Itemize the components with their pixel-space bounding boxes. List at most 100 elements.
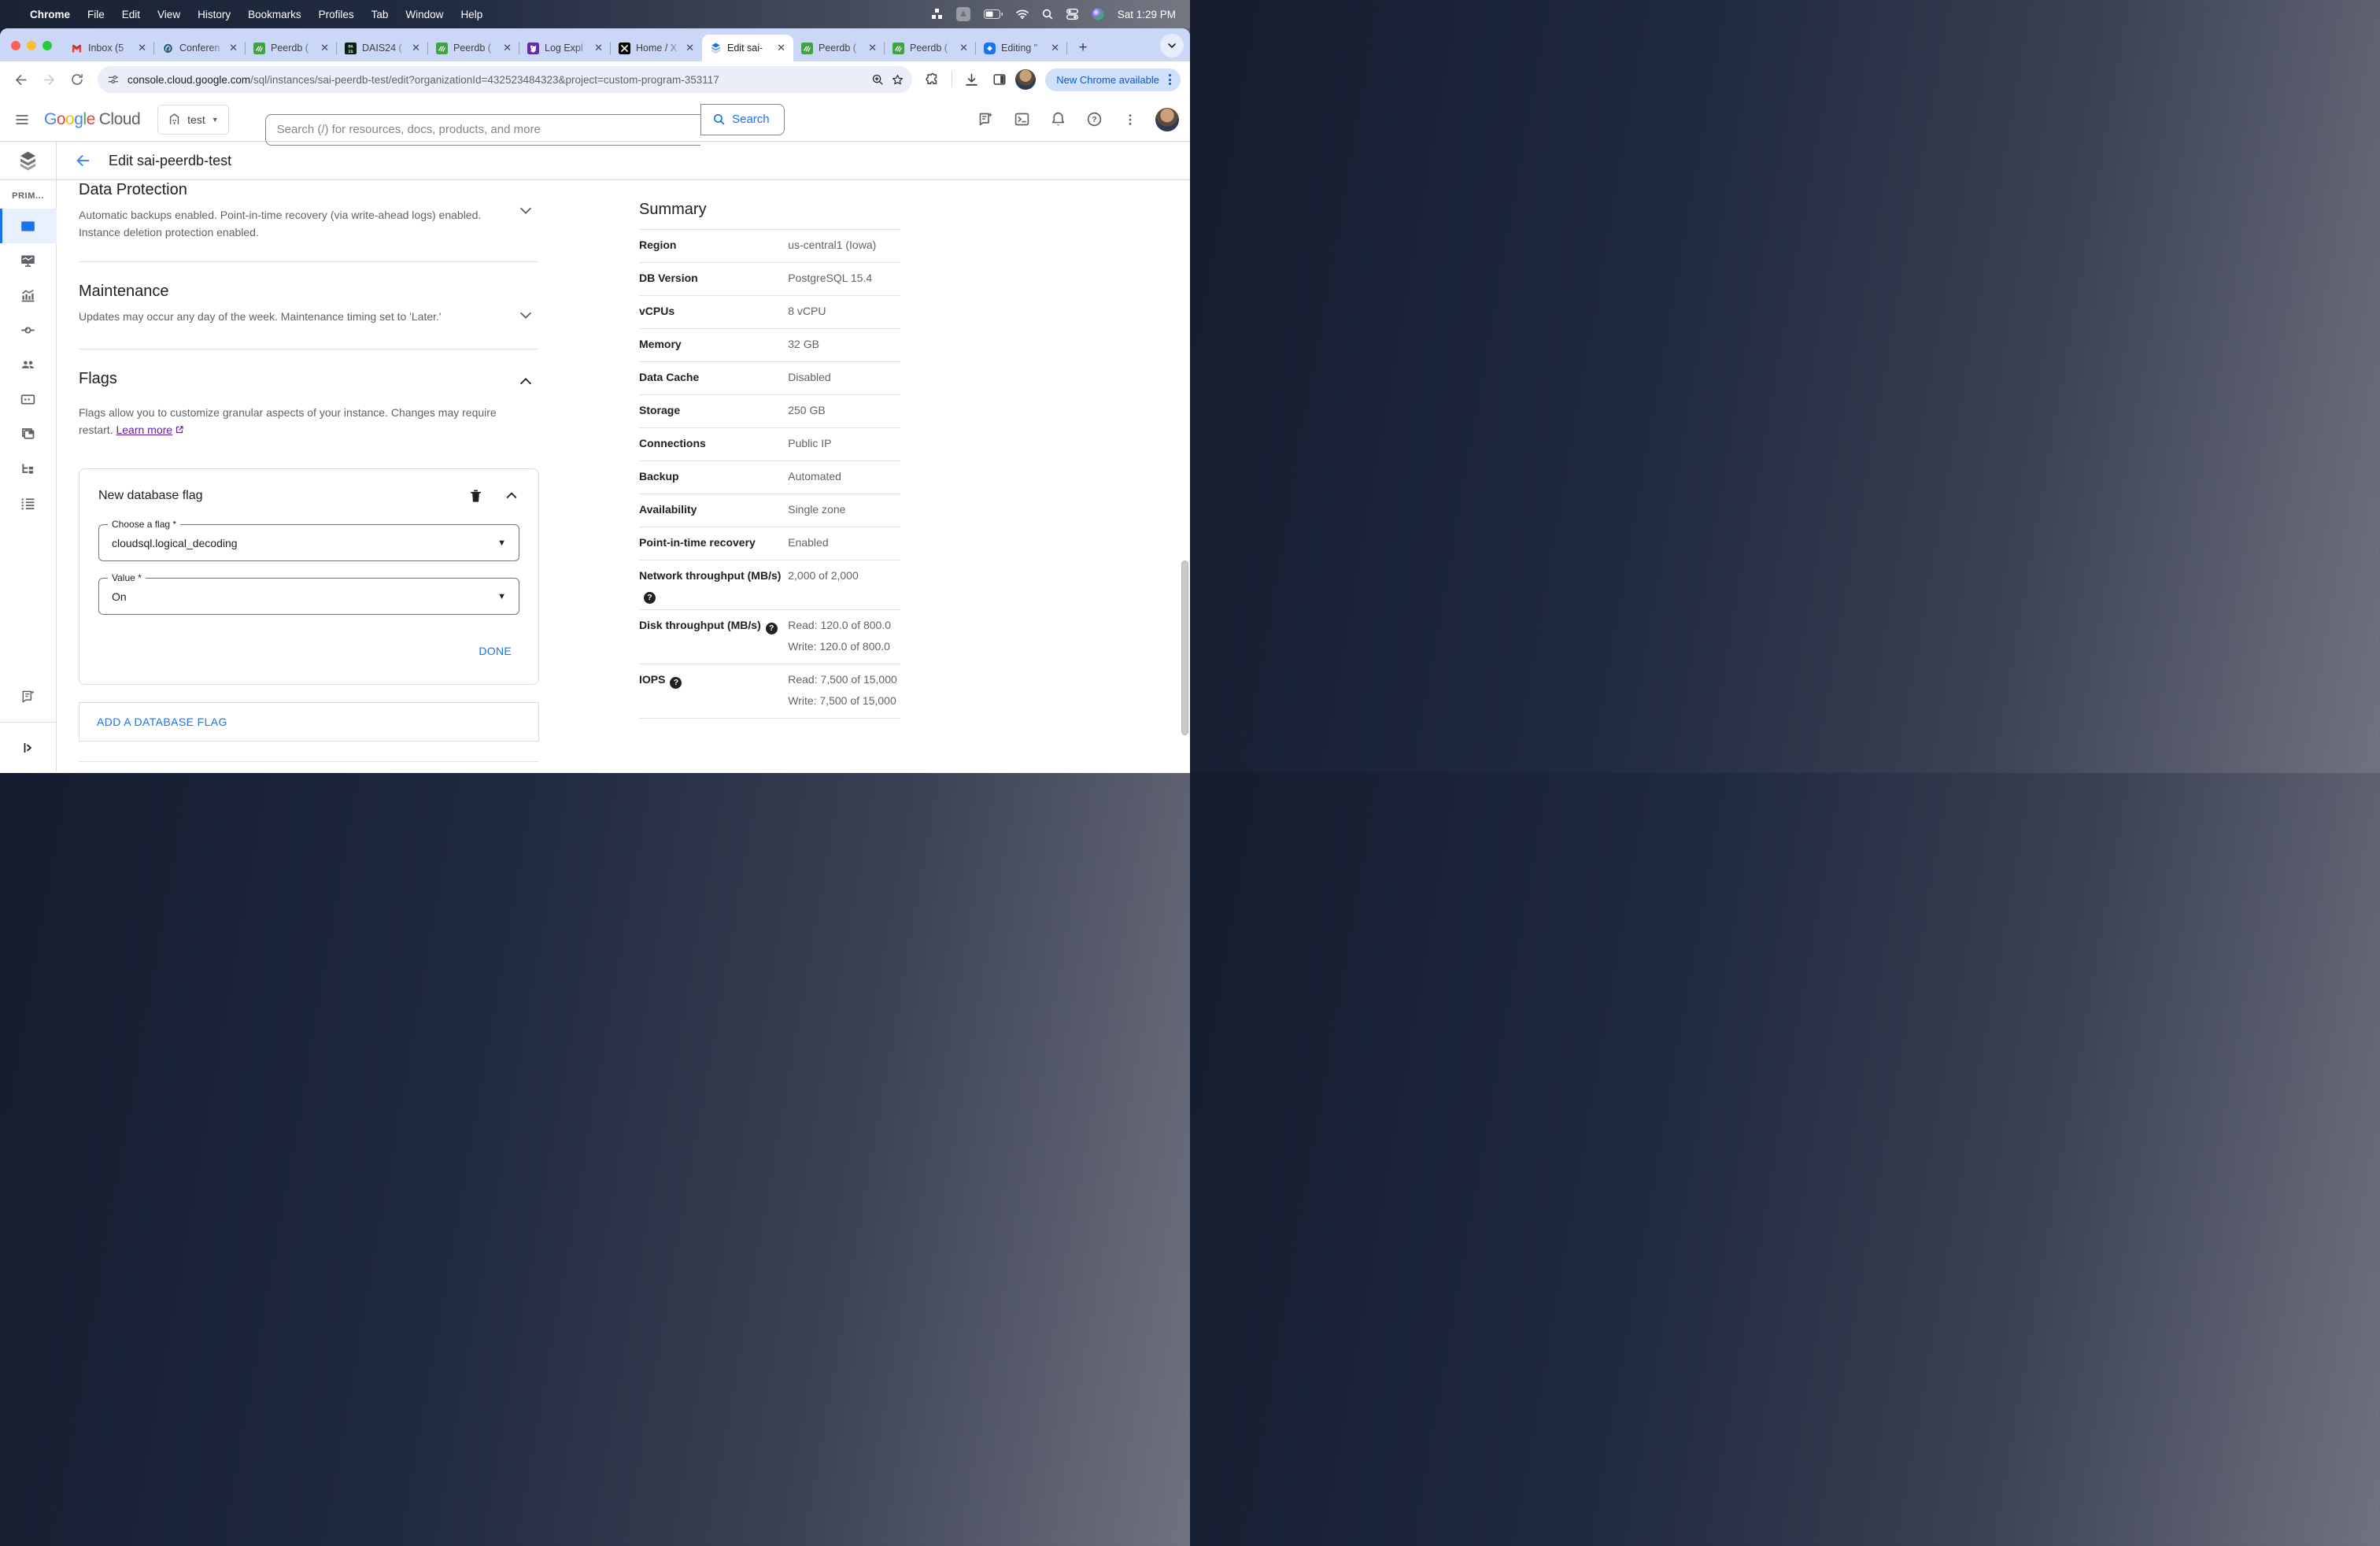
address-bar[interactable]: console.cloud.google.com/sql/instances/s… <box>98 66 913 93</box>
spotlight-icon[interactable] <box>1042 9 1053 20</box>
expand-panel-icon[interactable] <box>0 730 57 765</box>
battery-icon[interactable] <box>983 9 1003 19</box>
tab-close-icon[interactable]: ✕ <box>410 42 422 54</box>
browser-tab[interactable]: Conferen ✕ <box>154 35 246 61</box>
tab-close-icon[interactable]: ✕ <box>775 42 787 54</box>
zoom-in-icon[interactable] <box>871 73 885 87</box>
choose-flag-select[interactable]: Choose a flag * cloudsql.logical_decodin… <box>98 519 519 561</box>
browser-tab[interactable]: Home / X ✕ <box>611 35 702 61</box>
tab-close-icon[interactable]: ✕ <box>501 42 513 54</box>
reload-icon[interactable] <box>65 67 90 92</box>
menu-item-window[interactable]: Window <box>405 9 443 20</box>
google-cloud-logo[interactable]: Google Cloud <box>44 110 141 129</box>
browser-tab[interactable]: Editing " ✕ <box>976 35 1067 61</box>
sidebar-item-query-insights[interactable] <box>0 278 57 313</box>
new-chrome-available-pill[interactable]: New Chrome available <box>1045 68 1181 91</box>
cloud-search-button[interactable]: Search <box>700 103 785 135</box>
new-tab-button[interactable]: + <box>1072 37 1094 59</box>
collapse-flag-chevron-up-icon[interactable] <box>504 488 519 504</box>
menu-item-chrome[interactable]: Chrome <box>30 9 70 20</box>
flag-value-select[interactable]: Value * On ▼ <box>98 572 519 615</box>
cloud-search-input[interactable] <box>276 123 690 136</box>
learn-more-link[interactable]: Learn more <box>116 423 184 436</box>
tab-search-chevron[interactable] <box>1160 34 1184 57</box>
chevron-up-icon[interactable] <box>517 373 534 390</box>
project-picker[interactable]: test ▼ <box>157 104 229 135</box>
menu-item-help[interactable]: Help <box>460 9 482 20</box>
side-panel-icon[interactable] <box>987 67 1012 92</box>
x-icon <box>619 42 630 54</box>
tab-title: Log Expl <box>545 43 583 54</box>
delete-flag-trash-icon[interactable] <box>468 489 483 504</box>
back-arrow-icon[interactable] <box>74 152 91 169</box>
sidebar-item-users[interactable] <box>0 347 57 382</box>
browser-tab[interactable]: Edit sai- ✕ <box>702 35 793 61</box>
done-button[interactable]: DONE <box>471 638 519 664</box>
close-window-button[interactable] <box>11 41 20 50</box>
add-database-flag-button[interactable]: ADD A DATABASE FLAG <box>79 702 539 742</box>
summary-row: vCPUs 8 vCPU <box>639 295 900 328</box>
sidebar-item-connections[interactable] <box>0 313 57 347</box>
minimize-window-button[interactable] <box>27 41 36 50</box>
tab-close-icon[interactable]: ✕ <box>227 42 239 54</box>
sidebar-item-operations[interactable] <box>0 486 57 520</box>
scrollbar-thumb[interactable] <box>1181 560 1188 735</box>
menu-item-bookmarks[interactable]: Bookmarks <box>248 9 301 20</box>
zoom-window-button[interactable] <box>42 41 52 50</box>
account-avatar[interactable] <box>1155 107 1179 131</box>
chrome-menu-kebab-icon[interactable] <box>1164 74 1176 85</box>
browser-tab[interactable]: Peerdb (✕ <box>885 35 976 61</box>
chevron-down-icon[interactable] <box>517 202 534 219</box>
summary-value: 32 GB <box>788 338 819 350</box>
tab-close-icon[interactable]: ✕ <box>958 42 970 54</box>
display-blocks-icon[interactable] <box>931 9 943 20</box>
menu-item-history[interactable]: History <box>198 9 231 20</box>
menu-item-view[interactable]: View <box>157 9 180 20</box>
menu-item-profiles[interactable]: Profiles <box>319 9 354 20</box>
tab-close-icon[interactable]: ✕ <box>593 42 604 54</box>
tab-close-icon[interactable]: ✕ <box>1049 42 1061 54</box>
wifi-icon[interactable] <box>1015 9 1029 19</box>
browser-tab[interactable]: Peerdb (✕ <box>793 35 885 61</box>
menu-item-tab[interactable]: Tab <box>371 9 389 20</box>
browser-tab[interactable]: DA IS DAIS24 (✕ <box>337 35 428 61</box>
browser-tab[interactable]: Inbox (5 ✕ <box>63 35 154 61</box>
help-tooltip-icon[interactable]: ? <box>670 676 682 689</box>
back-icon[interactable] <box>8 67 33 92</box>
browser-profile-avatar[interactable] <box>1015 69 1037 90</box>
release-notes-icon[interactable] <box>0 679 57 714</box>
downloads-icon[interactable] <box>959 67 984 92</box>
cloud-shell-icon[interactable] <box>1007 105 1036 134</box>
release-notes-gemini-icon[interactable] <box>971 105 1000 134</box>
cloud-search-field[interactable] <box>264 113 701 146</box>
sidebar-item-replicas[interactable] <box>0 451 57 486</box>
tab-close-icon[interactable]: ✕ <box>136 42 148 54</box>
browser-tab[interactable]: Peerdb (✕ <box>428 35 519 61</box>
more-options-kebab-icon[interactable] <box>1116 105 1144 134</box>
sidebar-item-backups[interactable] <box>0 416 57 451</box>
menu-item-edit[interactable]: Edit <box>122 9 140 20</box>
extensions-icon[interactable] <box>920 67 945 92</box>
tab-close-icon[interactable]: ✕ <box>319 42 331 54</box>
help-tooltip-icon[interactable]: ? <box>765 622 778 634</box>
select-caret-icon: ▼ <box>497 591 506 601</box>
nav-menu-icon[interactable] <box>6 104 38 135</box>
help-icon[interactable]: ? <box>1080 105 1108 134</box>
forward-icon[interactable] <box>36 67 61 92</box>
siri-icon[interactable] <box>1092 8 1104 20</box>
sidebar-item-overview[interactable] <box>0 209 57 243</box>
sidebar-item-system-insights[interactable] <box>0 243 57 278</box>
bookmark-star-icon[interactable] <box>891 73 904 87</box>
browser-tab[interactable]: Log Expl ✕ <box>519 35 611 61</box>
sidebar-item-databases[interactable] <box>0 382 57 416</box>
help-tooltip-icon[interactable]: ? <box>644 591 656 604</box>
menu-app-icon[interactable] <box>955 7 970 21</box>
chevron-down-icon[interactable] <box>517 306 534 324</box>
notifications-bell-icon[interactable] <box>1044 105 1072 134</box>
site-settings-icon[interactable] <box>107 73 120 86</box>
tab-close-icon[interactable]: ✕ <box>867 42 878 54</box>
tab-close-icon[interactable]: ✕ <box>684 42 696 54</box>
control-center-icon[interactable] <box>1066 9 1078 20</box>
browser-tab[interactable]: Peerdb (✕ <box>246 35 337 61</box>
menu-item-file[interactable]: File <box>87 9 105 20</box>
